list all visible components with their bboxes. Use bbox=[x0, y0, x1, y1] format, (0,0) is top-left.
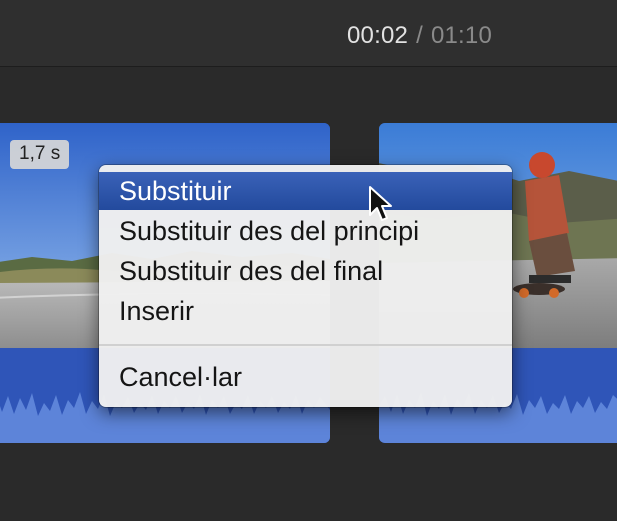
current-time: 00:02 bbox=[347, 22, 409, 49]
viewer-toolbar: 00:02 / 01:10 bbox=[0, 0, 617, 67]
timecode-display: 00:02 / 01:10 bbox=[347, 22, 492, 50]
menu-item-replace-from-start[interactable]: Substituir des del principi bbox=[99, 212, 512, 250]
context-menu: Substituir Substituir des del principi S… bbox=[99, 165, 512, 407]
clip-duration-badge: 1,7 s bbox=[10, 140, 70, 169]
menu-item-replace[interactable]: Substituir bbox=[99, 172, 512, 210]
arrow-cursor-icon bbox=[368, 185, 394, 228]
total-duration: 01:10 bbox=[430, 22, 492, 49]
menu-item-insert[interactable]: Inserir bbox=[99, 292, 512, 330]
time-separator: / bbox=[416, 22, 423, 49]
menu-item-cancel[interactable]: Cancel·lar bbox=[99, 358, 512, 396]
menu-item-replace-from-end[interactable]: Substituir des del final bbox=[99, 252, 512, 290]
menu-separator bbox=[99, 344, 512, 346]
